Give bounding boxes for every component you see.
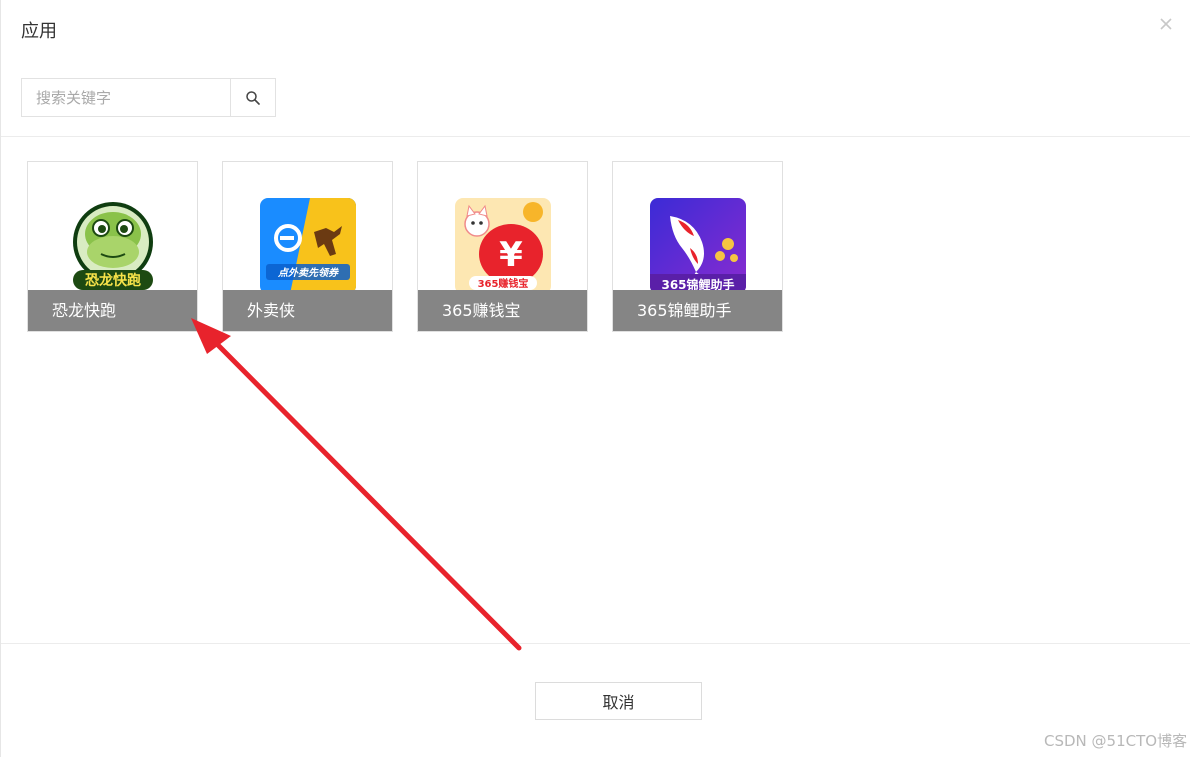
app-icon-text: 恐龙快跑 (85, 272, 141, 289)
dialog-title: 应用 (21, 21, 57, 42)
footer-divider (1, 643, 1190, 644)
app-name-label: 365锦鲤助手 (613, 290, 782, 331)
watermark: CSDN @51CTO博客 (1044, 732, 1188, 750)
search-icon (246, 90, 260, 105)
app-card-waimaixia[interactable]: 点外卖先领券 外卖侠 (222, 161, 393, 332)
app-card-365-zhuanqianbao[interactable]: ¥ 365赚钱宝 365赚钱宝 (417, 161, 588, 332)
app-card-dinosaur[interactable]: 恐龙快跑 恐龙快跑 (27, 161, 198, 332)
svg-text:¥: ¥ (499, 235, 523, 275)
kangaroo-app-icon: 点外卖先领券 (260, 198, 356, 294)
lucky-cat-app-icon: ¥ 365赚钱宝 (455, 198, 551, 294)
header-divider (1, 136, 1190, 137)
cancel-button[interactable]: 取消 (535, 682, 702, 720)
app-icon-text: 365赚钱宝 (478, 277, 529, 290)
app-name-label: 外卖侠 (223, 290, 392, 331)
close-icon (1160, 18, 1172, 30)
app-card-365-jinli-zhushou[interactable]: 365锦鲤助手 365锦鲤助手 (612, 161, 783, 332)
app-icon-text: 点外卖先领券 (277, 267, 339, 279)
app-name-label: 恐龙快跑 (28, 290, 197, 331)
koi-fish-app-icon: 365锦鲤助手 (650, 198, 746, 294)
search-input[interactable] (22, 79, 230, 116)
search-box (21, 78, 276, 117)
dinosaur-app-icon: 恐龙快跑 (65, 198, 161, 294)
app-name-label: 365赚钱宝 (418, 290, 587, 331)
search-button[interactable] (230, 79, 275, 116)
close-button[interactable] (1156, 14, 1176, 34)
app-picker-dialog: 应用 搜索关键字 恐龙快跑 恐龙快跑 点外卖先领券 外卖侠 ¥ 365赚钱宝 3… (0, 0, 1190, 757)
